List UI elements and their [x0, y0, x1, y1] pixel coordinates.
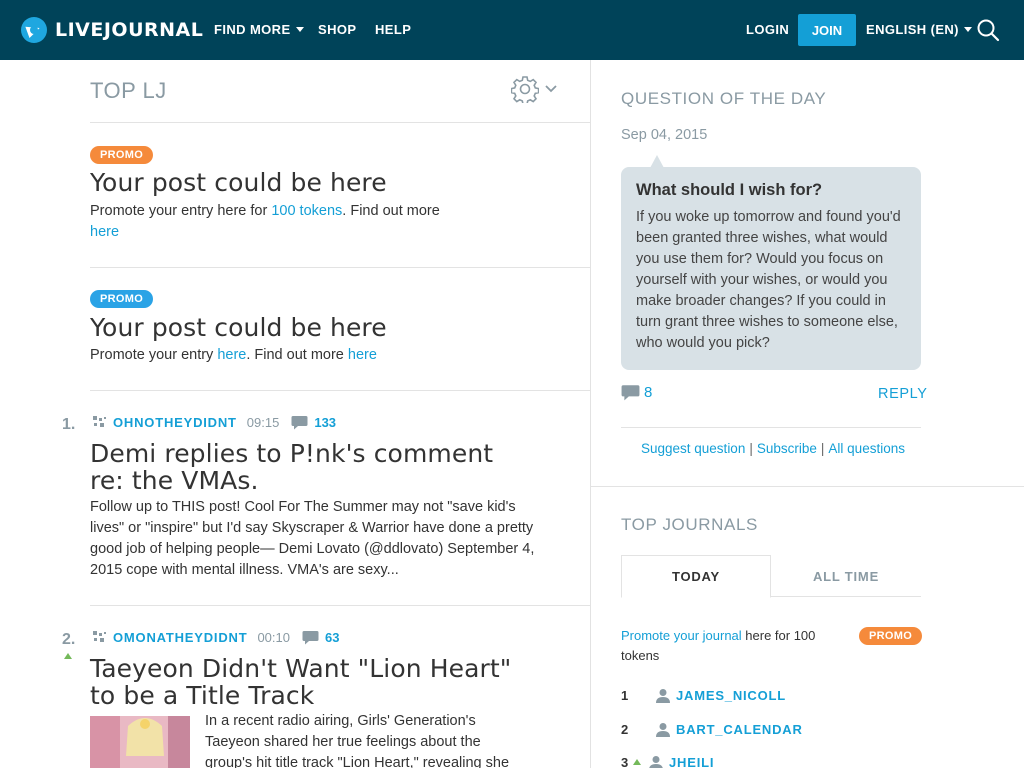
link-separator: |	[820, 441, 825, 456]
top-journals-tabs: TODAY ALL TIME	[621, 555, 921, 598]
link-separator: |	[749, 441, 753, 456]
promo-here-link[interactable]: here	[90, 224, 119, 240]
promo-text: . Find out more	[342, 203, 440, 219]
rank-up-arrow-icon	[633, 759, 641, 765]
promote-journal-link[interactable]: Promote your journal	[621, 628, 742, 643]
qotd-links: Suggest question | Subscribe | All questions	[641, 441, 905, 456]
journal-rank: 2	[621, 721, 629, 737]
journal-rank: 1	[621, 687, 629, 703]
divider	[90, 122, 590, 123]
tab-today[interactable]: TODAY	[621, 555, 771, 598]
qotd-comment-count[interactable]: 8	[644, 384, 652, 401]
tab-all-time[interactable]: ALL TIME	[771, 555, 921, 597]
all-questions-link[interactable]: All questions	[828, 441, 905, 456]
promo-text: Promote your entry here for	[90, 203, 272, 219]
divider	[90, 390, 590, 391]
user-icon	[656, 688, 670, 703]
qotd-question-link[interactable]: What should I wish for?	[636, 181, 906, 200]
language-selector[interactable]: ENGLISH (EN)	[866, 22, 972, 37]
chevron-down-icon	[295, 26, 304, 32]
post-excerpt: Follow up to THIS post! Cool For The Sum…	[90, 499, 535, 578]
user-icon	[656, 722, 670, 737]
search-icon[interactable]	[976, 18, 1000, 42]
join-button[interactable]: JOIN	[798, 14, 856, 46]
promo-text: Promote your entry	[90, 347, 218, 363]
promo-text: . Find out more	[246, 347, 348, 363]
divider	[90, 267, 590, 268]
user-icon	[649, 755, 663, 768]
gear-icon[interactable]	[511, 75, 539, 103]
section-divider	[591, 486, 1024, 487]
chevron-down-icon[interactable]	[545, 85, 557, 93]
divider	[90, 605, 590, 606]
chevron-down-icon	[963, 26, 972, 32]
nav-help[interactable]: HELP	[375, 22, 411, 37]
post-meta: OHNOTHEYDIDNT 09:15 133	[92, 413, 336, 431]
nav-shop[interactable]: SHOP	[318, 22, 356, 37]
post-title-link[interactable]: Demi replies to P!nk's comment re: the V…	[90, 440, 530, 494]
promote-journal-text: Promote your journal here for 100 tokens	[621, 626, 851, 666]
divider	[621, 427, 921, 428]
post-rank: 1.	[62, 416, 76, 433]
section-title-question-of-the-day: QUESTION OF THE DAY	[621, 89, 827, 108]
promo-post-text: Promote your entry here. Find out more h…	[90, 345, 510, 366]
post-author-link[interactable]: OHNOTHEYDIDNT	[113, 415, 237, 430]
post-title-link[interactable]: Taeyeon Didn't Want "Lion Heart" to be a…	[90, 655, 530, 709]
post-excerpt: In a recent radio airing, Girls' Generat…	[205, 713, 510, 768]
section-title-top-journals: TOP JOURNALS	[621, 515, 758, 534]
promo-post-title: Your post could be here	[90, 168, 387, 197]
promo-badge: PROMO	[859, 627, 923, 645]
post-meta: OMONATHEYDIDNT 00:10 63	[92, 628, 339, 646]
logo-text: LIVEJOURNAL	[55, 19, 204, 41]
top-navigation-bar: LIVEJOURNAL FIND MORE SHOP HELP LOGIN JO…	[0, 0, 1024, 60]
login-link[interactable]: LOGIN	[746, 22, 789, 37]
promo-post-text: Promote your entry here for 100 tokens. …	[90, 201, 490, 243]
reply-button[interactable]: REPLY	[878, 386, 927, 402]
column-divider	[590, 60, 591, 768]
language-label: ENGLISH (EN)	[866, 22, 959, 37]
post-thumbnail-image[interactable]	[90, 716, 190, 768]
comment-bubble-icon	[291, 415, 308, 429]
community-icon	[93, 416, 106, 427]
qotd-comments[interactable]: 8	[621, 384, 652, 401]
post-comment-count[interactable]: 133	[314, 415, 336, 430]
promo-tokens-link[interactable]: 100 tokens	[271, 203, 342, 219]
journal-name-link[interactable]: JAMES_NICOLL	[676, 688, 786, 703]
suggest-question-link[interactable]: Suggest question	[641, 441, 745, 456]
livejournal-logo-icon	[21, 17, 47, 43]
promo-badge: PROMO	[90, 290, 154, 308]
journal-name-link[interactable]: BART_CALENDAR	[676, 722, 803, 737]
post-thumbnail-graphic	[90, 716, 190, 768]
promo-post-title: Your post could be here	[90, 313, 387, 342]
promo-badge: PROMO	[90, 146, 154, 164]
promo-find-out-link[interactable]: here	[348, 347, 377, 363]
top-journal-row: 1 JAMES_NICOLL	[621, 685, 786, 705]
comment-bubble-icon	[621, 385, 640, 401]
community-icon	[93, 631, 106, 642]
qotd-question-body: If you woke up tomorrow and found you'd …	[636, 209, 901, 351]
journal-name-link[interactable]: JHEILI	[669, 755, 714, 768]
post-comment-count[interactable]: 63	[325, 630, 339, 645]
top-journal-row: 3 JHEILI	[621, 752, 714, 768]
livejournal-logo[interactable]: LIVEJOURNAL	[20, 15, 203, 45]
nav-find-more[interactable]: FIND MORE	[214, 22, 304, 37]
post-rank: 2.	[62, 631, 76, 648]
promo-here-link[interactable]: here	[217, 347, 246, 363]
section-title-top-lj: TOP LJ	[90, 78, 167, 103]
comment-bubble-icon	[302, 630, 319, 644]
rank-up-arrow-icon	[64, 653, 72, 659]
nav-find-more-label: FIND MORE	[214, 22, 291, 37]
top-journal-row: 2 BART_CALENDAR	[621, 719, 803, 739]
post-author-link[interactable]: OMONATHEYDIDNT	[113, 630, 247, 645]
post-time: 00:10	[257, 629, 290, 645]
qotd-card: What should I wish for? If you woke up t…	[621, 167, 921, 370]
post-time: 09:15	[246, 414, 280, 430]
qotd-date: Sep 04, 2015	[621, 127, 708, 143]
subscribe-link[interactable]: Subscribe	[757, 441, 817, 456]
